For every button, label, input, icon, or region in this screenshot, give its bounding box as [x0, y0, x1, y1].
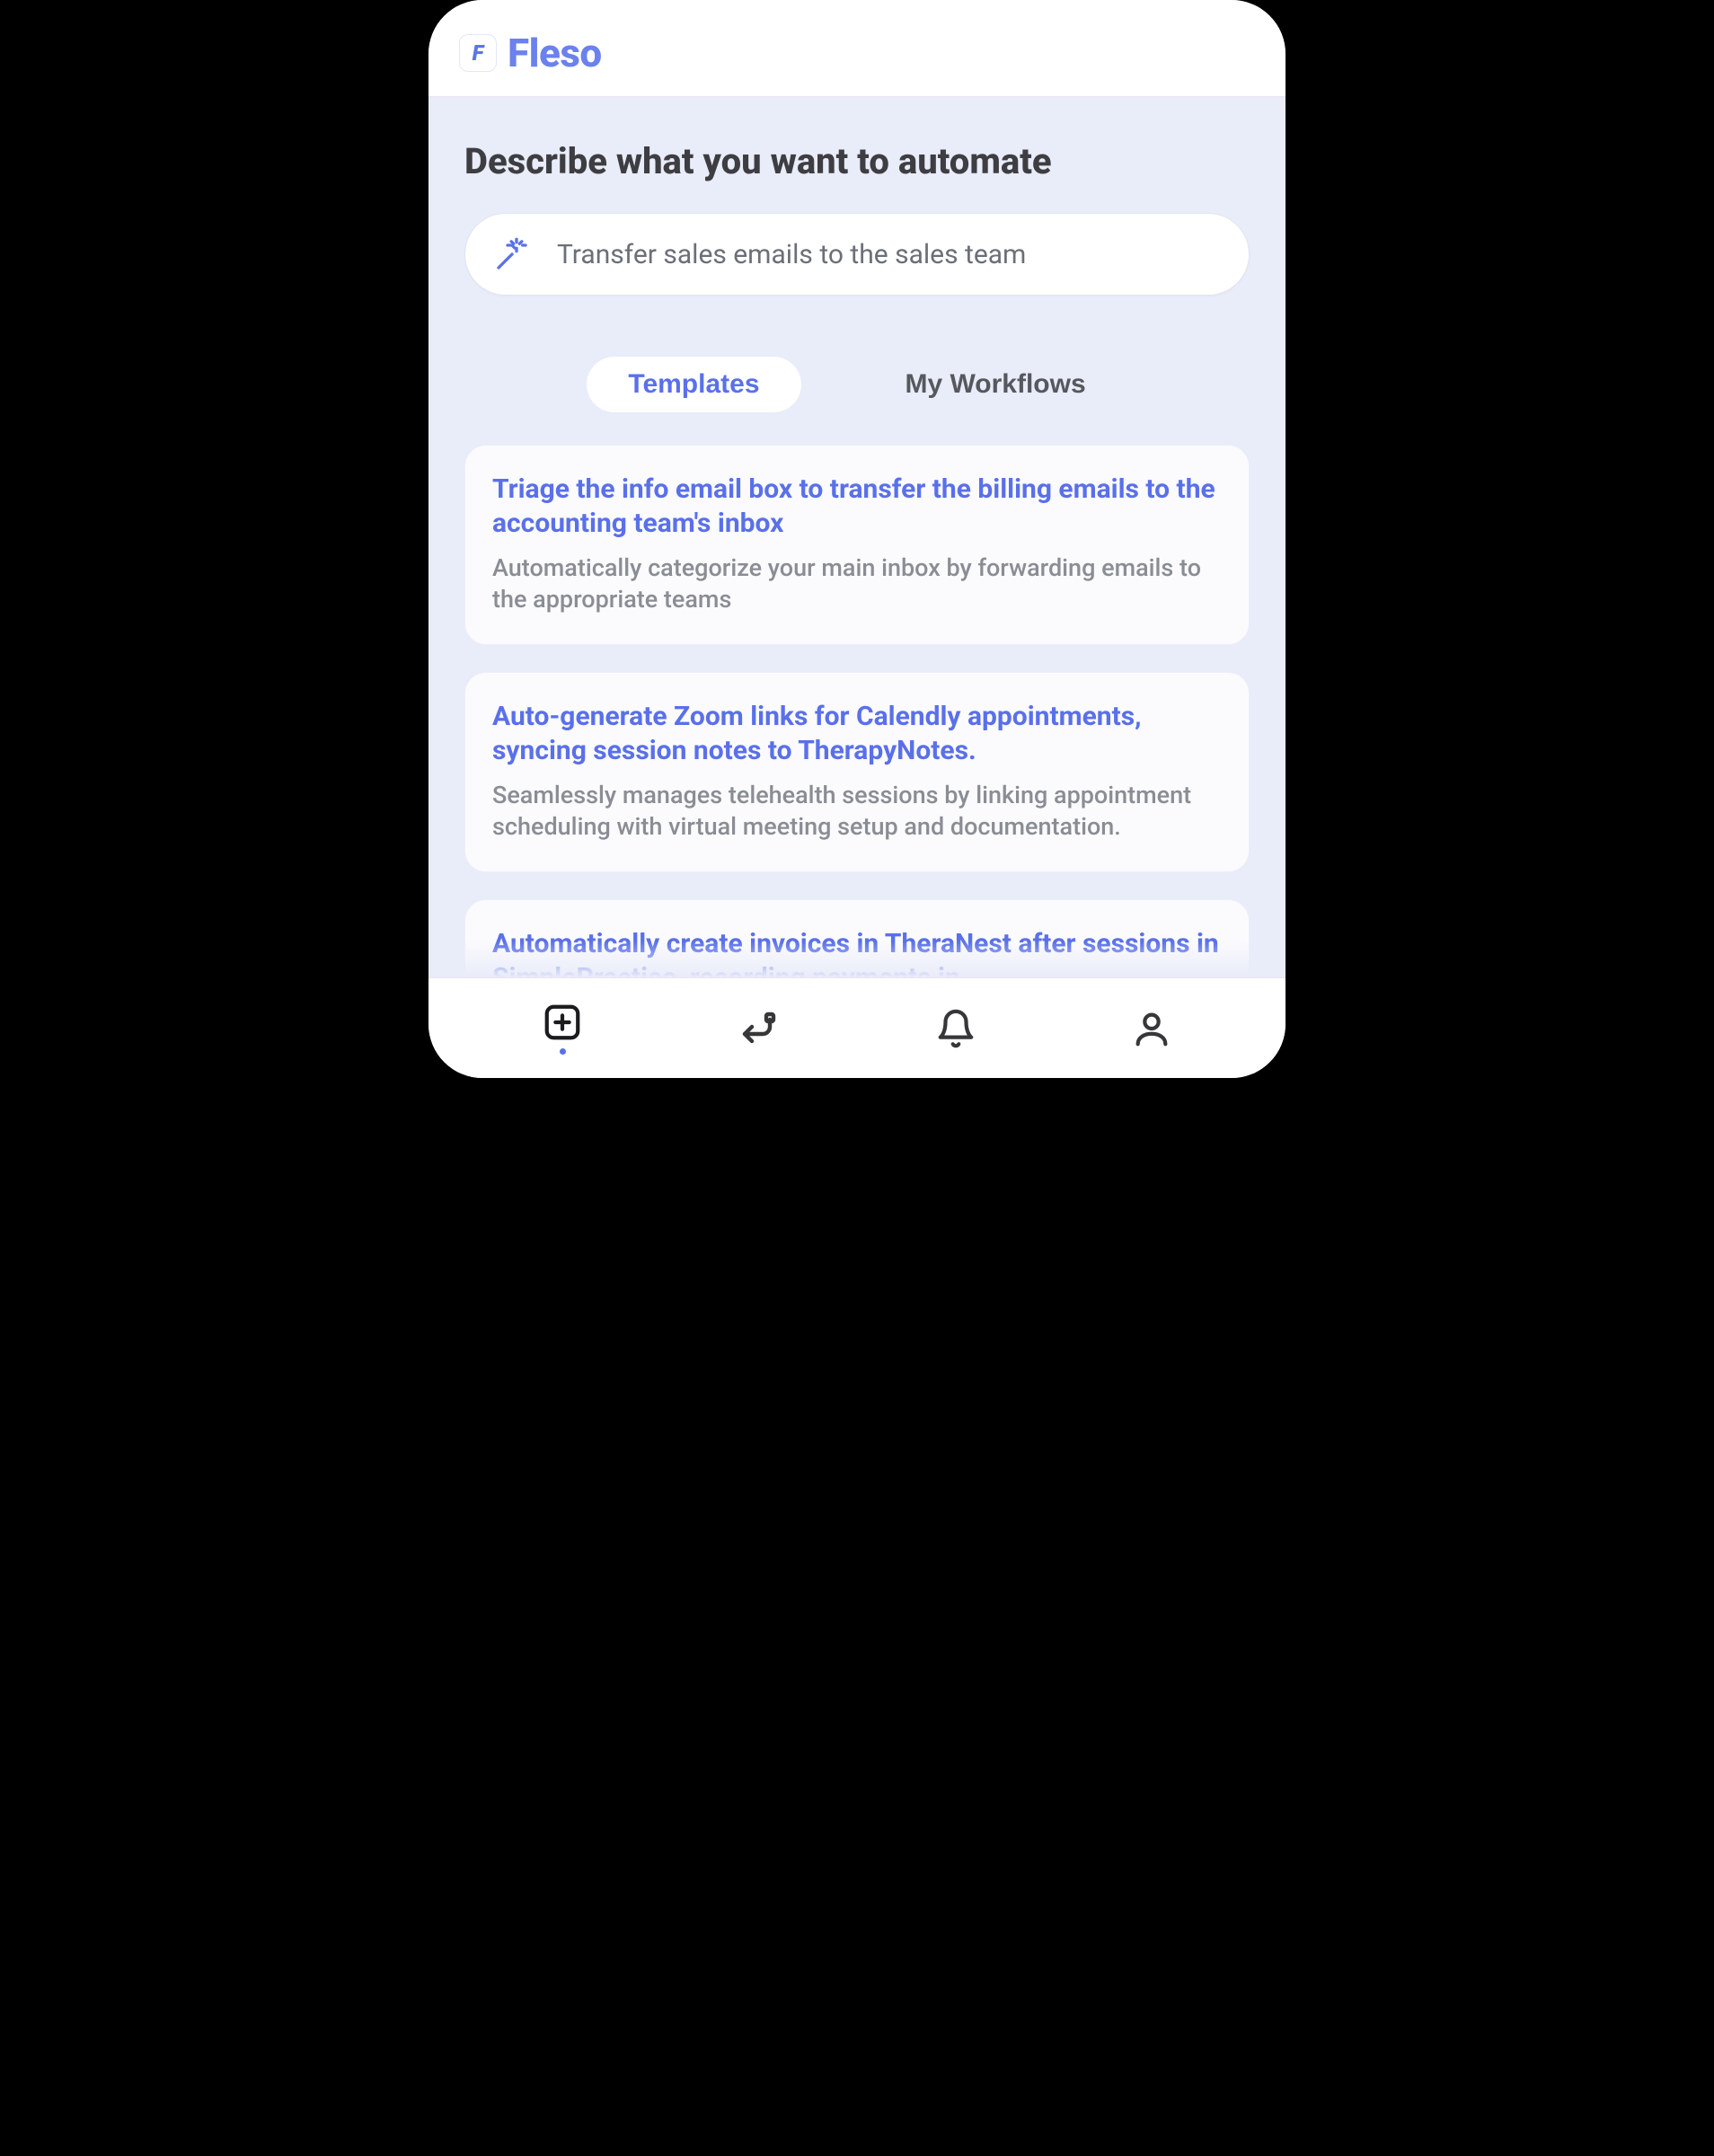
active-indicator-icon: [560, 1048, 566, 1055]
header: F Fleso: [428, 0, 1286, 97]
page-title: Describe what you want to automate: [464, 140, 1250, 182]
template-list: Triage the info email box to transfer th…: [464, 445, 1250, 977]
logo-icon: F: [459, 34, 497, 72]
return-arrow-icon: [738, 1007, 781, 1050]
nav-create[interactable]: [542, 1002, 583, 1055]
bell-icon: [935, 1008, 976, 1049]
nav-profile[interactable]: [1131, 1008, 1172, 1049]
tab-templates[interactable]: Templates: [587, 357, 800, 412]
automation-prompt-input[interactable]: [557, 239, 1222, 270]
prompt-box[interactable]: [464, 213, 1250, 296]
template-card[interactable]: Auto-generate Zoom links for Calendly ap…: [464, 672, 1250, 872]
logo[interactable]: F Fleso: [459, 30, 602, 76]
tab-my-workflows[interactable]: My Workflows: [864, 357, 1127, 412]
plus-square-icon: [542, 1002, 583, 1043]
logo-text: Fleso: [508, 30, 602, 76]
magic-wand-icon: [494, 236, 530, 272]
template-card[interactable]: Triage the info email box to transfer th…: [464, 445, 1250, 645]
nav-return[interactable]: [738, 1007, 781, 1050]
template-title: Auto-generate Zoom links for Calendly ap…: [492, 700, 1222, 767]
main-content: Describe what you want to automate Templ…: [428, 97, 1286, 977]
tabs: Templates My Workflows: [464, 357, 1250, 412]
template-desc: Seamlessly manages telehealth sessions b…: [492, 780, 1222, 843]
app-screen: F Fleso Describe what you want to automa…: [428, 0, 1286, 1078]
nav-notifications[interactable]: [935, 1008, 976, 1049]
template-desc: Automatically categorize your main inbox…: [492, 552, 1222, 615]
bottom-nav: [428, 977, 1286, 1078]
template-card[interactable]: Automatically create invoices in TheraNe…: [464, 899, 1250, 977]
template-title: Triage the info email box to transfer th…: [492, 473, 1222, 540]
user-icon: [1131, 1008, 1172, 1049]
template-title: Automatically create invoices in TheraNe…: [492, 927, 1222, 977]
